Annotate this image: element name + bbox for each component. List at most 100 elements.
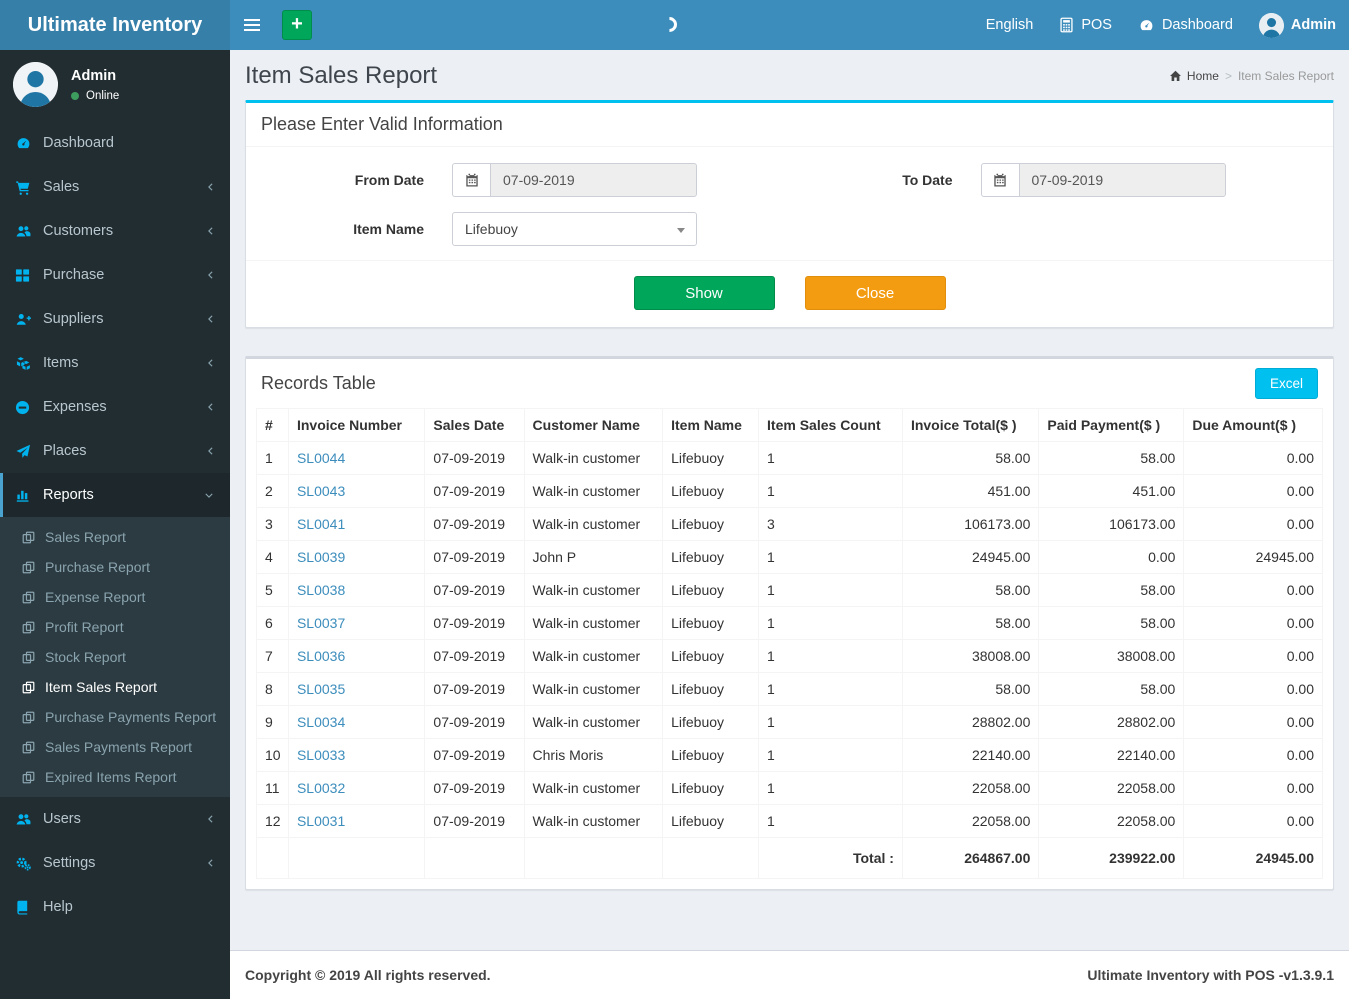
dashboard-link[interactable]: Dashboard <box>1125 0 1246 50</box>
minus-circle-icon <box>15 400 34 415</box>
invoice-number-link[interactable]: SL0037 <box>297 615 345 631</box>
submenu-item-label: Sales Payments Report <box>45 739 193 755</box>
sidebar-item-purchase[interactable]: Purchase <box>0 253 230 297</box>
sidebar-item-stock-report[interactable]: Stock Report <box>0 642 230 672</box>
from-date-input[interactable] <box>490 163 697 197</box>
sidebar-item-sales[interactable]: Sales <box>0 165 230 209</box>
invoice-number-link[interactable]: SL0044 <box>297 450 345 466</box>
excel-export-button[interactable]: Excel <box>1254 368 1318 399</box>
brand-logo[interactable]: Ultimate Inventory <box>0 0 230 50</box>
paid-payment: 0.00 <box>1038 540 1185 574</box>
quick-add-button[interactable]: + <box>282 10 312 40</box>
row-index: 11 <box>256 771 289 805</box>
pos-link[interactable]: POS <box>1046 0 1125 50</box>
records-panel: Records Table Excel # Invoice Number Sal… <box>245 356 1334 890</box>
submenu-item-label: Stock Report <box>45 649 126 665</box>
sidebar-item-sales-payments-report[interactable]: Sales Payments Report <box>0 732 230 762</box>
sidebar-item-customers[interactable]: Customers <box>0 209 230 253</box>
sales-date: 07-09-2019 <box>424 672 525 706</box>
invoice-number[interactable]: SL0039 <box>287 540 426 574</box>
sidebar-item-purchase-report[interactable]: Purchase Report <box>0 552 230 582</box>
sidebar-item-dashboard[interactable]: Dashboard <box>0 121 230 165</box>
invoice-number-link[interactable]: SL0035 <box>297 681 345 697</box>
item-name: Lifebuoy <box>662 738 760 772</box>
invoice-number[interactable]: SL0044 <box>287 441 426 475</box>
show-button[interactable]: Show <box>633 276 775 310</box>
invoice-number-link[interactable]: SL0036 <box>297 648 345 664</box>
customer-name: Walk-in customer <box>523 507 664 541</box>
table-row: 5 SL0038 07-09-2019 Walk-in customer Lifebuo… <box>256 573 1323 607</box>
sidebar-item-reports[interactable]: Reports <box>0 473 230 517</box>
sidebar-item-items[interactable]: Items <box>0 341 230 385</box>
sidebar-item-sales-report[interactable]: Sales Report <box>0 522 230 552</box>
sidebar-item-expense-report[interactable]: Expense Report <box>0 582 230 612</box>
row-index: 10 <box>256 738 289 772</box>
sidebar-item-profit-report[interactable]: Profit Report <box>0 612 230 642</box>
sales-date: 07-09-2019 <box>424 507 525 541</box>
sidebar-item-places[interactable]: Places <box>0 429 230 473</box>
online-status-icon <box>71 91 79 100</box>
paid-payment: 22058.00 <box>1038 804 1185 838</box>
invoice-number[interactable]: SL0031 <box>287 804 426 838</box>
invoice-number-link[interactable]: SL0031 <box>297 813 345 829</box>
invoice-number[interactable]: SL0038 <box>287 573 426 607</box>
breadcrumb-home-link[interactable]: Home <box>1169 69 1219 83</box>
col-header-index: # <box>256 408 289 442</box>
invoice-number-link[interactable]: SL0039 <box>297 549 345 565</box>
item-name: Lifebuoy <box>662 705 760 739</box>
to-date-input[interactable] <box>1018 163 1226 197</box>
table-row: 3 SL0041 07-09-2019 Walk-in customer Lifebuo… <box>256 507 1323 541</box>
invoice-number[interactable]: SL0043 <box>287 474 426 508</box>
paid-payment: 38008.00 <box>1038 639 1185 673</box>
invoice-number[interactable]: SL0034 <box>287 705 426 739</box>
item-name: Lifebuoy <box>662 606 760 640</box>
col-header-invoice-number: Invoice Number <box>287 408 426 442</box>
customer-name: Walk-in customer <box>523 804 664 838</box>
paid-payment: 58.00 <box>1038 573 1185 607</box>
table-row: 12 SL0031 07-09-2019 Walk-in customer Lifebu… <box>256 804 1323 838</box>
invoice-number-link[interactable]: SL0032 <box>297 780 345 796</box>
invoice-number[interactable]: SL0033 <box>287 738 426 772</box>
col-header-item-sales-count: Item Sales Count <box>758 408 903 442</box>
sidebar-item-suppliers[interactable]: Suppliers <box>0 297 230 341</box>
invoice-number[interactable]: SL0032 <box>287 771 426 805</box>
col-header-due-amount: Due Amount($ ) <box>1183 408 1323 442</box>
user-plus-icon <box>15 312 34 327</box>
customer-name: Walk-in customer <box>523 705 664 739</box>
row-index: 7 <box>256 639 289 673</box>
invoice-number-link[interactable]: SL0033 <box>297 747 345 763</box>
invoice-number-link[interactable]: SL0038 <box>297 582 345 598</box>
sidebar-item-expired-items-report[interactable]: Expired Items Report <box>0 762 230 792</box>
close-button[interactable]: Close <box>804 276 946 310</box>
records-panel-title: Records Table <box>261 373 376 393</box>
invoice-number[interactable]: SL0035 <box>287 672 426 706</box>
item-sales-count: 1 <box>758 573 903 607</box>
invoice-number[interactable]: SL0041 <box>287 507 426 541</box>
invoice-number[interactable]: SL0036 <box>287 639 426 673</box>
item-name-select[interactable]: Lifebuoy <box>452 212 697 246</box>
sidebar-item-expenses[interactable]: Expenses <box>0 385 230 429</box>
invoice-total: 58.00 <box>901 606 1040 640</box>
item-name: Lifebuoy <box>662 573 760 607</box>
language-menu[interactable]: English <box>973 0 1047 50</box>
invoice-number-link[interactable]: SL0043 <box>297 483 345 499</box>
sales-date: 07-09-2019 <box>424 606 525 640</box>
chevron-down-icon <box>203 491 215 500</box>
invoice-number-link[interactable]: SL0041 <box>297 516 345 532</box>
sidebar-item-item-sales-report[interactable]: Item Sales Report <box>0 672 230 702</box>
bar-chart-icon <box>15 488 34 503</box>
chevron-left-icon <box>206 357 215 369</box>
customer-name: Walk-in customer <box>523 672 664 706</box>
sidebar-item-purchase-payments-report[interactable]: Purchase Payments Report <box>0 702 230 732</box>
user-menu[interactable]: Admin <box>1246 0 1349 50</box>
invoice-number[interactable]: SL0037 <box>287 606 426 640</box>
copy-icon <box>22 711 36 724</box>
invoice-number-link[interactable]: SL0034 <box>297 714 345 730</box>
sidebar-item-settings[interactable]: Settings <box>0 841 230 885</box>
total-due-amount: 24945.00 <box>1183 837 1323 879</box>
sidebar-item-help[interactable]: Help <box>0 885 230 929</box>
chevron-left-icon <box>206 401 215 413</box>
hamburger-icon[interactable] <box>230 0 274 50</box>
sidebar-item-users[interactable]: Users <box>0 797 230 841</box>
page-title: Item Sales Report <box>245 62 438 89</box>
